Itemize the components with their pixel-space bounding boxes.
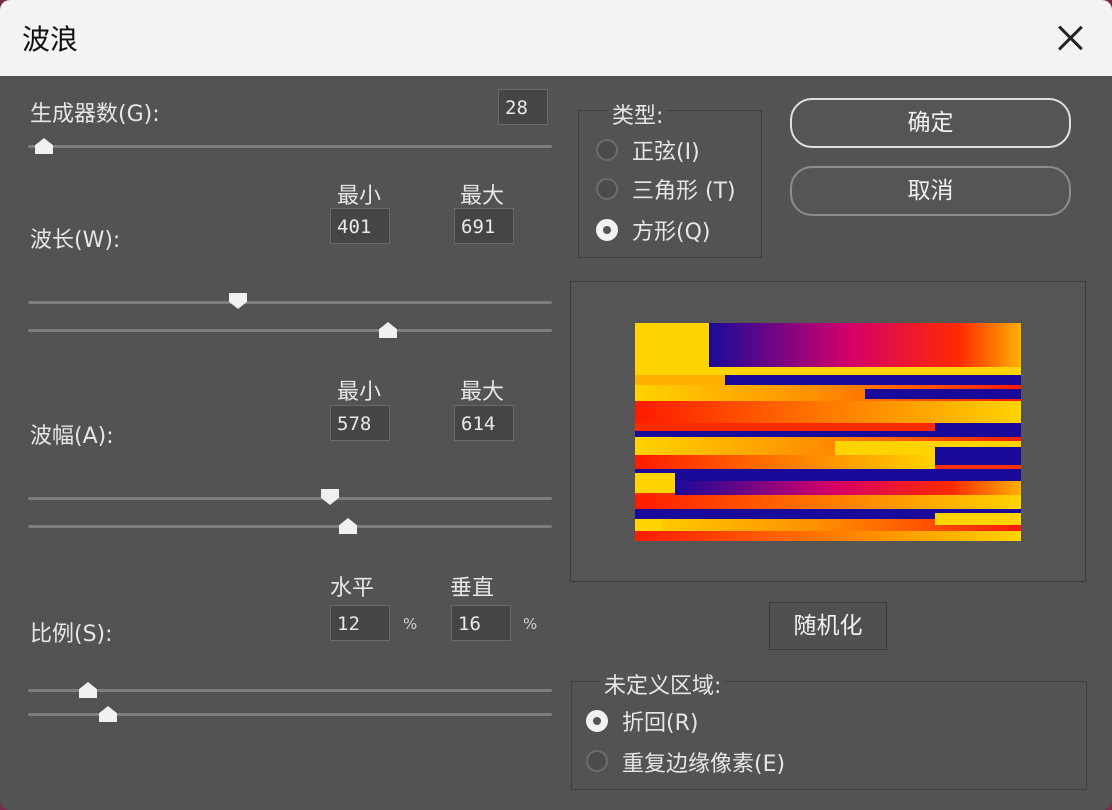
wavelength-max-thumb[interactable] bbox=[379, 322, 397, 338]
type-sine-radio[interactable] bbox=[596, 139, 618, 161]
scale-vertical-thumb[interactable] bbox=[99, 706, 117, 722]
amplitude-label: 波幅(A): bbox=[30, 424, 114, 449]
wavelength-max-track[interactable] bbox=[28, 329, 552, 332]
amplitude-max-track[interactable] bbox=[28, 525, 552, 528]
scale-horizontal-unit: % bbox=[403, 615, 418, 633]
wavelength-label: 波长(W): bbox=[30, 228, 121, 253]
close-icon[interactable] bbox=[1052, 20, 1088, 56]
randomize-button[interactable]: 随机化 bbox=[769, 602, 887, 650]
dialog-content: 生成器数(G): 28 最小 最大 波长(W): 401 691 最小 最大 波… bbox=[0, 76, 1112, 810]
undefined-area-legend: 未定义区域: bbox=[600, 668, 726, 700]
type-sine-label[interactable]: 正弦(I) bbox=[632, 134, 700, 166]
wavelength-min-track[interactable] bbox=[28, 301, 552, 304]
generators-label: 生成器数(G): bbox=[30, 102, 160, 127]
repeat-edge-radio[interactable] bbox=[586, 750, 608, 772]
scale-vertical-unit: % bbox=[523, 615, 538, 633]
amplitude-min-track[interactable] bbox=[28, 497, 552, 500]
amplitude-min-thumb[interactable] bbox=[321, 489, 339, 505]
dialog-title: 波浪 bbox=[22, 23, 79, 56]
scale-vertical-input[interactable]: 16 bbox=[451, 605, 511, 641]
generators-slider-track[interactable] bbox=[28, 145, 552, 148]
scale-horizontal-label: 水平 bbox=[330, 576, 375, 601]
type-square-radio[interactable] bbox=[596, 219, 618, 241]
wave-preview-image bbox=[635, 323, 1021, 541]
type-legend: 类型: bbox=[608, 98, 668, 130]
wavelength-max-label: 最大 bbox=[460, 184, 505, 209]
wavelength-max-input[interactable]: 691 bbox=[454, 208, 514, 244]
wave-dialog: 波浪 生成器数(G): 28 最小 最大 波长(W): 401 691 最小 最… bbox=[0, 0, 1112, 810]
scale-horizontal-input[interactable]: 12 bbox=[330, 605, 390, 641]
wavelength-min-input[interactable]: 401 bbox=[330, 208, 390, 244]
wrap-around-radio[interactable] bbox=[586, 710, 608, 732]
amplitude-max-label: 最大 bbox=[460, 380, 505, 405]
cancel-button[interactable]: 取消 bbox=[790, 166, 1071, 216]
type-triangle-label[interactable]: 三角形 (T) bbox=[632, 173, 736, 205]
wrap-around-label[interactable]: 折回(R) bbox=[622, 705, 698, 737]
scale-label: 比例(S): bbox=[30, 622, 113, 647]
repeat-edge-label[interactable]: 重复边缘像素(E) bbox=[622, 746, 785, 778]
generators-slider-thumb[interactable] bbox=[35, 138, 53, 154]
wavelength-min-label: 最小 bbox=[337, 184, 382, 209]
amplitude-min-label: 最小 bbox=[337, 380, 382, 405]
amplitude-min-input[interactable]: 578 bbox=[330, 405, 390, 441]
scale-horizontal-track[interactable] bbox=[28, 689, 552, 692]
generators-input[interactable]: 28 bbox=[498, 89, 548, 125]
amplitude-max-thumb[interactable] bbox=[339, 518, 357, 534]
title-bar: 波浪 bbox=[0, 0, 1112, 76]
wavelength-min-thumb[interactable] bbox=[229, 293, 247, 309]
ok-button[interactable]: 确定 bbox=[790, 98, 1071, 148]
type-square-label[interactable]: 方形(Q) bbox=[632, 214, 710, 246]
scale-vertical-label: 垂直 bbox=[450, 576, 495, 601]
amplitude-max-input[interactable]: 614 bbox=[454, 405, 514, 441]
scale-horizontal-thumb[interactable] bbox=[79, 682, 97, 698]
type-triangle-radio[interactable] bbox=[596, 178, 618, 200]
